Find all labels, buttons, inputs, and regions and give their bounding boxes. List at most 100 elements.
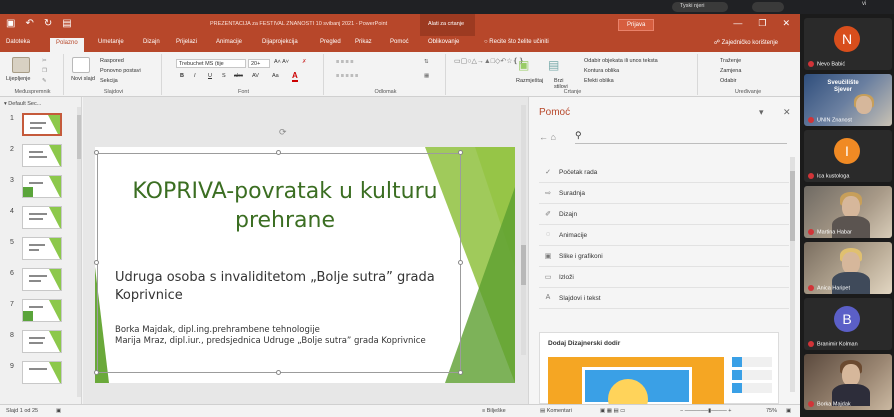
replace-button[interactable]: Zamjena [720, 68, 741, 74]
thumbnails-scrollbar[interactable] [77, 107, 81, 397]
close-icon[interactable]: ✕ [782, 18, 790, 29]
participant-tile[interactable]: B Branimir Kolman [804, 298, 892, 350]
slide-thumbnail-4[interactable] [22, 206, 62, 229]
help-topic[interactable]: ◌ Animacije [539, 225, 789, 246]
participant-tile[interactable]: Borka Majdak [804, 354, 892, 410]
maximize-icon[interactable]: ❐ [758, 18, 766, 29]
section-button[interactable]: Sekcija [100, 78, 118, 84]
paste-icon[interactable] [12, 57, 30, 73]
italic-button[interactable]: I [194, 73, 196, 79]
slide-thumbnail-5[interactable] [22, 237, 62, 260]
smartart-icon[interactable]: ▦ [424, 73, 429, 79]
pane-options-icon[interactable]: ▾ [759, 107, 764, 118]
bullets-icon[interactable]: ≡ ≡ ≡ ≡ [336, 59, 353, 65]
participant-tile[interactable]: N Nevo Babić [804, 18, 892, 70]
start-presentation-icon[interactable]: ▤ [62, 18, 71, 29]
accessibility-icon[interactable]: ▣ [56, 408, 61, 414]
layout-button[interactable]: Raspored [100, 58, 124, 64]
help-topic[interactable]: ⇨ Suradnja [539, 183, 789, 204]
new-slide-label[interactable]: Novi slajd [68, 76, 98, 82]
font-color-button[interactable]: A [292, 71, 298, 82]
grow-font-icon[interactable]: A˄ A˅ [274, 59, 289, 65]
participant-tile[interactable]: I Ica kustologa [804, 130, 892, 182]
tab-review[interactable]: Pregled [320, 39, 341, 45]
help-topic[interactable]: ✓ Početak rada [539, 162, 789, 183]
strikethrough-button[interactable]: abc [234, 73, 243, 79]
zoom-level[interactable]: 75% [766, 408, 777, 414]
participant-tile[interactable]: Anica Haripet [804, 242, 892, 294]
slide-thumbnail-9[interactable] [22, 361, 62, 384]
cut-icon[interactable]: ✂ [42, 58, 47, 64]
view-buttons[interactable]: ▣ ▦ ▤ ▭ [600, 408, 625, 414]
resize-handle[interactable] [94, 260, 99, 265]
zoom-slider[interactable]: − ──────▮──── + [680, 408, 731, 414]
meeting-pill[interactable] [752, 2, 784, 12]
notes-button[interactable]: ≡ Bilješke [482, 408, 506, 414]
font-size-select[interactable]: 20+ [248, 59, 270, 68]
signin-button[interactable]: Prijava [618, 19, 655, 31]
tab-transitions[interactable]: Prijelazi [176, 39, 197, 45]
quick-styles-icon[interactable]: ▤ [548, 58, 559, 72]
bold-button[interactable]: B [180, 73, 184, 79]
back-home-icons[interactable]: ← ⌂ [539, 132, 556, 142]
tab-file[interactable]: Datoteka [6, 39, 30, 45]
redo-icon[interactable]: ↻ [44, 18, 52, 29]
design-touch-card[interactable]: Dodaj Dizajnerski dodir [539, 332, 779, 405]
resize-handle[interactable] [94, 370, 99, 375]
shadow-button[interactable]: S [222, 73, 226, 79]
help-topic[interactable]: ✐ Dizajn [539, 204, 789, 225]
help-topic[interactable]: ▭ Izloži [539, 267, 789, 288]
tab-slideshow[interactable]: Dijaprojekcija [262, 39, 298, 45]
resize-handle[interactable] [276, 370, 281, 375]
tab-format[interactable]: Oblikovanje [428, 39, 459, 45]
shape-fill-button[interactable]: Odabir objekata ili unos teksta [584, 58, 658, 64]
comments-button[interactable]: ▤ Komentari [540, 408, 572, 414]
share-button[interactable]: ☍ Zajedničko korištenje [714, 39, 778, 46]
shape-effects-button[interactable]: Efekti oblika [584, 78, 614, 84]
change-case-button[interactable]: Aa [272, 73, 279, 79]
format-painter-icon[interactable]: ✎ [42, 78, 47, 84]
resize-handle[interactable] [458, 260, 463, 265]
participant-tile[interactable]: Sveučilište Sjever UNIN Znanost [804, 74, 892, 126]
help-scrollbar[interactable] [790, 157, 795, 392]
help-topic[interactable]: ▣ Slike i grafikoni [539, 246, 789, 267]
tab-insert[interactable]: Umetanje [98, 39, 124, 45]
slide-thumbnail-8[interactable] [22, 330, 62, 353]
copy-icon[interactable]: ❐ [42, 68, 47, 74]
close-pane-icon[interactable]: ✕ [783, 107, 791, 118]
save-icon[interactable]: ▣ [6, 18, 15, 29]
slide-thumbnail-7[interactable] [22, 299, 62, 322]
char-spacing-button[interactable]: AV [252, 73, 259, 79]
shape-outline-button[interactable]: Kontura oblika [584, 68, 619, 74]
resize-handle[interactable] [458, 150, 463, 155]
slide-thumbnail-6[interactable] [22, 268, 62, 291]
help-search-input[interactable]: ⚲ [575, 130, 787, 144]
tab-design[interactable]: Dizajn [143, 39, 160, 45]
tell-me-box[interactable]: ○ Recite što želite učiniti [484, 39, 549, 45]
undo-icon[interactable]: ↶ [25, 18, 33, 29]
align-icons[interactable]: ≡ ≡ ≡ ≡ ≡ [336, 73, 358, 79]
shapes-gallery[interactable]: ▭▢○△→▲□◇↶☆❴❵ [454, 57, 524, 66]
font-name-select[interactable]: Trebuchet MS (tije [176, 59, 246, 68]
rotate-handle-icon[interactable]: ⟳ [279, 127, 287, 138]
canvas-scrollbar[interactable] [521, 105, 526, 355]
participant-tile[interactable]: Martina Habar [804, 186, 892, 238]
tab-help[interactable]: Pomoć [390, 39, 409, 45]
tab-animations[interactable]: Animacije [216, 39, 242, 45]
arrange-icon[interactable]: ▣ [518, 58, 529, 72]
fit-slide-icon[interactable]: ▣ [786, 408, 791, 414]
help-topic[interactable]: A Slajdovi i tekst [539, 288, 789, 309]
tab-view[interactable]: Prikaz [355, 39, 372, 45]
underline-button[interactable]: U [208, 73, 212, 79]
slide-thumbnail-1[interactable] [22, 113, 62, 136]
resize-handle[interactable] [458, 370, 463, 375]
slide-thumbnail-2[interactable] [22, 144, 62, 167]
arrange-label[interactable]: Razmještaj [516, 78, 543, 84]
reset-button[interactable]: Ponovno postavi [100, 68, 141, 74]
resize-handle[interactable] [276, 150, 281, 155]
minimize-icon[interactable]: — [733, 18, 742, 29]
new-slide-icon[interactable] [72, 57, 90, 73]
section-header[interactable]: ▾ Default Sec... [4, 101, 41, 107]
user-pill[interactable]: Tyski njeri [672, 2, 728, 12]
text-direction-icon[interactable]: ⇅ [424, 59, 429, 65]
